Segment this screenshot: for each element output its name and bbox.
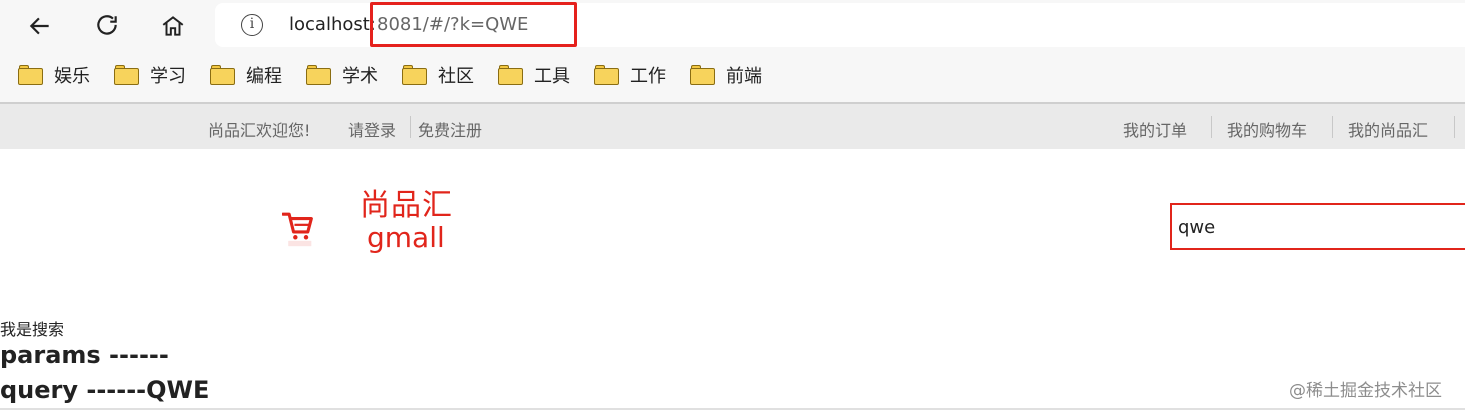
my-account-link[interactable]: 我的尚品汇 [1348,117,1428,141]
bookmark-item[interactable]: 前端 [690,62,762,88]
logo-cn-text: 尚品汇 [360,188,453,223]
cart-logo-icon[interactable] [282,187,362,272]
folder-icon [114,65,139,85]
bookmark-item[interactable]: 社区 [402,62,474,88]
home-icon [162,16,184,36]
bookmark-item[interactable]: 编程 [210,62,282,88]
my-orders-link[interactable]: 我的订单 [1123,117,1187,141]
folder-icon [306,65,331,85]
folder-icon [18,65,43,85]
folder-icon [498,65,523,85]
register-link[interactable]: 免费注册 [418,117,482,141]
login-link[interactable]: 请登录 [348,117,396,141]
bookmarks-bar: 娱乐 学习 编程 学术 社区 工具 工作 前端 [0,56,786,94]
bookmark-label: 工作 [630,66,666,87]
arrow-left-icon [29,17,49,35]
bookmark-item[interactable]: 学习 [114,62,186,88]
bottom-divider [0,408,1465,410]
bookmark-item[interactable]: 学术 [306,62,378,88]
folder-icon [210,65,235,85]
divider [1211,116,1212,138]
watermark-text: @稀土掘金技术社区 [1289,381,1442,401]
divider [1332,116,1333,138]
logo-en-text: gmall [367,221,445,254]
bookmark-label: 工具 [534,66,570,87]
folder-icon [690,65,715,85]
url-highlight-box [370,2,577,47]
reload-icon [97,15,117,35]
browser-toolbar: i localhost: 8081/#/?k=QWE 娱乐 学习 编程 学术 社区 工具工… [0,0,1465,102]
params-heading: params ------ [0,341,169,369]
info-icon[interactable]: i [241,14,263,36]
bookmark-label: 前端 [726,66,762,87]
welcome-text: 尚品汇欢迎您! [208,121,311,140]
bookmark-item[interactable]: 工具 [498,62,570,88]
divider [1454,116,1455,138]
logo-wordmark[interactable]: 尚品汇 gmall [360,189,453,253]
folder-icon [402,65,427,85]
folder-icon [594,65,619,85]
search-box [1170,203,1465,250]
query-heading: query ------QWE [0,376,210,404]
search-input[interactable] [1178,213,1458,241]
bookmark-label: 娱乐 [54,66,90,87]
bookmark-label: 编程 [246,66,282,87]
bookmark-item[interactable]: 工作 [594,62,666,88]
bookmark-label: 社区 [438,66,474,87]
site-topbar: 尚品汇欢迎您! 请登录 免费注册 我的订单 我的购物车 我的尚品汇 [0,104,1465,149]
bookmark-item[interactable]: 娱乐 [18,62,90,88]
bookmark-label: 学习 [150,66,186,87]
url-host: localhost: [289,14,376,35]
search-page-text: 我是搜索 [0,320,65,339]
home-button[interactable] [153,6,193,46]
reload-button[interactable] [87,6,127,46]
divider [410,116,411,138]
back-button[interactable] [20,6,60,46]
my-cart-link[interactable]: 我的购物车 [1227,117,1307,141]
bookmark-label: 学术 [342,66,378,87]
